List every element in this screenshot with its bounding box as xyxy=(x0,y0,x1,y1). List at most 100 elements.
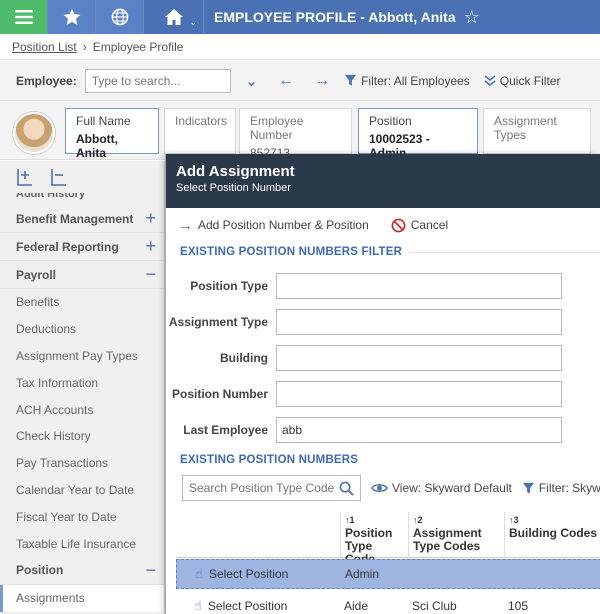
view-selector[interactable]: View: Skyward Default xyxy=(371,481,512,495)
position-type-input[interactable] xyxy=(276,273,562,299)
sidebar-section-position[interactable]: Position − xyxy=(0,557,164,585)
menu-button[interactable] xyxy=(0,0,48,34)
assignment-types-label: Assignment Types xyxy=(494,114,557,142)
home-icon xyxy=(164,9,183,25)
plus-icon[interactable]: + xyxy=(145,208,156,229)
dialog-actions: → Add Position Number & Position Cancel xyxy=(166,208,600,242)
assignment-types-box[interactable]: Assignment Types xyxy=(483,108,591,154)
sidebar-item-assignment-pay-types[interactable]: Assignment Pay Types xyxy=(0,343,164,370)
sidebar-section-benefit-management[interactable]: Benefit Management + xyxy=(0,205,164,233)
hand-pointer-icon: ☝ xyxy=(195,566,203,581)
breadcrumb-position-list[interactable]: Position List xyxy=(12,40,77,54)
cancel-label: Cancel xyxy=(410,218,449,232)
grid-toolbar: View: Skyward Default Filter: Skyw xyxy=(166,470,600,506)
minus-icon[interactable]: − xyxy=(145,264,156,285)
chevron-down-icon[interactable]: ⌄ xyxy=(239,71,264,91)
position-box[interactable]: Position 10002523 - Admin xyxy=(358,108,478,160)
plus-icon[interactable]: + xyxy=(145,236,156,257)
position-number-row: Position Number xyxy=(166,376,600,412)
assignment-type-row: Assignment Type xyxy=(166,304,600,340)
sidebar-section-payroll[interactable]: Payroll − xyxy=(0,261,164,289)
sidebar: ‹ Audit History Benefit Management + Fed… xyxy=(0,161,165,614)
position-label: Position xyxy=(369,114,412,128)
indicators-box[interactable]: Indicators xyxy=(164,108,236,154)
select-position-button[interactable]: ☝ Select Position xyxy=(176,598,340,614)
add-assignment-dialog: Add Assignment Select Position Number → … xyxy=(165,154,600,614)
expand-all-icon[interactable] xyxy=(16,168,34,186)
globe-icon xyxy=(111,8,128,26)
table-row[interactable]: ☝ Select Position Aide Sci Club 105 xyxy=(176,591,600,614)
assignment-type-label: Assignment Type xyxy=(168,315,268,329)
employee-label: Employee: xyxy=(16,73,77,88)
column-label: Building Codes xyxy=(509,526,597,540)
sidebar-item-benefits[interactable]: Benefits xyxy=(0,289,164,316)
eye-icon xyxy=(371,484,388,492)
double-chevron-down-icon xyxy=(484,74,496,86)
building-input[interactable] xyxy=(276,345,562,371)
sidebar-item-taxable-life-insurance[interactable]: Taxable Life Insurance xyxy=(0,530,164,557)
sidebar-item-audit-history[interactable]: Audit History xyxy=(0,193,164,205)
grid-header: ↑1 Position Type Code ↑2 Assignment Type… xyxy=(176,512,600,566)
grid-search-input[interactable] xyxy=(189,481,339,495)
position-number-label: Position Number xyxy=(171,387,268,401)
building-label: Building xyxy=(220,351,268,365)
position-type-row: Position Type xyxy=(166,268,600,304)
dialog-title: Add Assignment xyxy=(176,163,295,180)
star-outline-icon[interactable]: ☆ xyxy=(464,0,480,34)
select-position-button[interactable]: ☝ Select Position xyxy=(177,566,341,582)
quick-filter-button[interactable]: Quick Filter xyxy=(484,73,561,88)
sidebar-item-assignments[interactable]: Assignments xyxy=(0,584,164,612)
breadcrumb: Position List › Employee Profile xyxy=(0,34,600,60)
cancel-button[interactable]: Cancel xyxy=(391,218,448,233)
employee-bar: Employee: ⌄ ← → Filter: All Employees Qu… xyxy=(0,61,600,101)
filter-icon xyxy=(522,482,534,494)
position-type-label: Position Type xyxy=(190,279,268,293)
breadcrumb-separator-icon: › xyxy=(82,39,87,54)
employee-number-label: Employee Number xyxy=(250,114,304,142)
filter-section-label: EXISTING POSITION NUMBERS FILTER xyxy=(180,246,403,258)
sidebar-item-calendar-year-to-date[interactable]: Calendar Year to Date xyxy=(0,477,164,504)
sidebar-item-tax-information[interactable]: Tax Information xyxy=(0,369,164,396)
arrow-right-icon: → xyxy=(178,216,193,234)
quick-filter-label: Quick Filter xyxy=(499,73,561,88)
employee-number-box[interactable]: Employee Number 852713 xyxy=(239,108,352,160)
minus-icon[interactable]: − xyxy=(145,560,156,581)
grid-search-box xyxy=(182,475,361,501)
dialog-subtitle: Select Position Number xyxy=(176,182,291,194)
position-number-input[interactable] xyxy=(276,381,562,407)
search-icon[interactable] xyxy=(339,481,354,496)
column-label: Assignment Type Codes xyxy=(413,526,482,553)
employee-search-input[interactable] xyxy=(84,68,231,93)
grid-header-building-codes[interactable]: ↑3 Building Codes xyxy=(504,512,600,557)
arrow-right-icon[interactable]: → xyxy=(308,72,336,90)
sidebar-section-federal-reporting[interactable]: Federal Reporting + xyxy=(0,233,164,261)
sidebar-item-ach-accounts[interactable]: ACH Accounts xyxy=(0,396,164,423)
cell-building: 105 xyxy=(508,599,529,613)
sidebar-section-label: Federal Reporting xyxy=(16,239,119,254)
chevron-down-icon[interactable]: ⌄ xyxy=(189,17,197,28)
full-name-label: Full Name xyxy=(76,114,131,128)
full-name-box[interactable]: Full Name Abbott, Anita xyxy=(65,108,159,160)
filter-icon xyxy=(345,74,357,86)
grid-filter-button[interactable]: Filter: Skyw xyxy=(522,481,600,495)
add-position-number-button[interactable]: → Add Position Number & Position xyxy=(178,217,369,234)
last-employee-input[interactable] xyxy=(276,417,562,443)
sidebar-item-pay-transactions[interactable]: Pay Transactions xyxy=(0,450,164,477)
favorites-button[interactable] xyxy=(48,0,96,34)
grid-header-assignment-type-codes[interactable]: ↑2 Assignment Type Codes xyxy=(408,512,504,557)
sidebar-section-label: Payroll xyxy=(16,267,57,282)
indicators-label: Indicators xyxy=(175,114,228,128)
globe-button[interactable] xyxy=(96,0,144,34)
sidebar-item-fiscal-year-to-date[interactable]: Fiscal Year to Date xyxy=(0,503,164,530)
select-position-label: Select Position xyxy=(207,599,288,613)
collapse-all-icon[interactable] xyxy=(50,168,68,186)
assignment-type-input[interactable] xyxy=(276,309,562,335)
sidebar-item-deductions[interactable]: Deductions xyxy=(0,316,164,343)
table-row[interactable]: ☝ Select Position Admin xyxy=(176,559,600,589)
home-button[interactable]: ⌄ xyxy=(144,0,204,34)
arrow-left-icon[interactable]: ← xyxy=(272,72,300,90)
employee-filter-button[interactable]: Filter: All Employees xyxy=(344,74,470,88)
sidebar-item-check-history[interactable]: Check History xyxy=(0,423,164,450)
filter-section-title: EXISTING POSITION NUMBERS FILTER xyxy=(166,242,600,262)
grid-header-position-type-code[interactable]: ↑1 Position Type Code xyxy=(340,512,408,566)
